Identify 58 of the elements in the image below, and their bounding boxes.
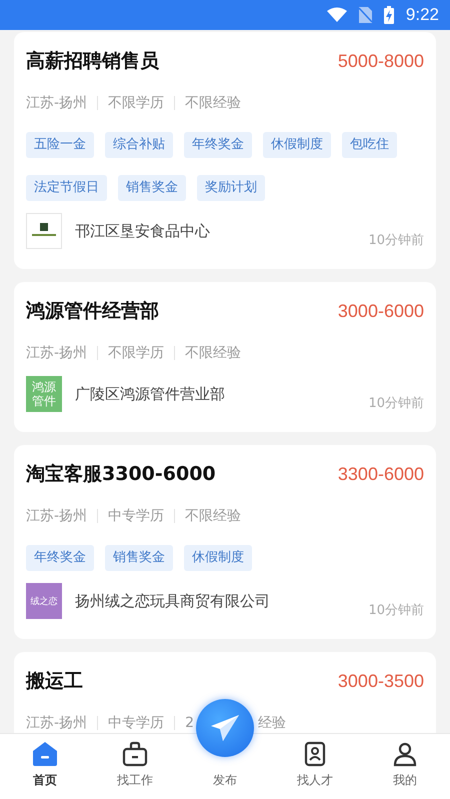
job-card[interactable]: 鸿源管件经营部 3000-6000 江苏-扬州 不限学历 不限经验 鸿源管件 广陵区鸿源管件营业部 10分钟前 [14,282,436,432]
job-title: 搬运工 [26,669,83,694]
post-time: 10分钟前 [368,395,424,412]
status-time: 9:22 [406,5,439,25]
job-requirement: 不限学历 [108,94,164,112]
salary: 3300-6000 [338,464,424,484]
nav-tab[interactable]: 找工作 [100,741,170,789]
salary: 3000-3500 [338,670,424,692]
job-requirement: 2 [185,715,194,731]
job-requirement: 经验 [258,714,286,732]
benefit-tag: 年终奖金 [184,132,252,158]
benefit-tag: 奖励计划 [197,175,265,201]
job-requirement: 中专学历 [108,507,164,525]
job-title: 高薪招聘销售员 [26,49,159,74]
benefit-tag: 销售奖金 [105,545,173,571]
job-card[interactable]: 淘宝客服3300-6000 3300-6000 江苏-扬州 中专学历 不限经验 年终奖金 销售奖金 休假制度 绒之恋 扬州绒之恋玩具商贸有限公司 10分钟前 [14,445,436,639]
post-time: 10分钟前 [368,602,424,619]
home-icon [32,741,58,767]
company-name: 扬州绒之恋玩具商贸有限公司 [75,592,271,610]
post-time: 10分钟前 [368,232,424,249]
wifi-icon [326,7,347,23]
nav-tab[interactable]: 找人才 [280,741,350,789]
job-requirement: 不限学历 [108,344,164,362]
salary: 5000-8000 [338,50,424,72]
no-sim-icon [358,7,372,23]
benefit-tag: 销售奖金 [118,175,186,201]
nav-tab[interactable]: 首页 [10,741,80,789]
job-requirement: 不限经验 [185,94,242,112]
benefit-tag: 包吃住 [342,132,397,158]
battery-charging-icon [384,6,394,24]
job-title: 鸿源管件经营部 [26,299,159,324]
nav-tab[interactable]: 我的 [370,741,440,789]
company-logo [26,213,62,249]
job-title: 淘宝客服3300-6000 [26,462,216,487]
job-requirement: 江苏-扬州 [26,507,88,525]
company-logo: 绒之恋 [26,583,62,619]
benefit-tag: 五险一金 [26,132,94,158]
job-requirement: 江苏-扬州 [26,714,88,732]
job-requirement: 不限经验 [185,344,242,362]
job-requirement: 江苏-扬州 [26,344,88,362]
briefcase-icon [122,741,148,767]
benefit-tag: 休假制度 [184,545,252,571]
benefit-tag: 综合补贴 [105,132,173,158]
benefit-tag: 年终奖金 [26,545,94,571]
benefit-tag: 休假制度 [263,132,331,158]
person-icon [392,741,418,767]
company-name: 广陵区鸿源管件营业部 [75,384,226,404]
job-requirement: 江苏-扬州 [26,94,88,112]
job-card[interactable]: 高薪招聘销售员 5000-8000 江苏-扬州 不限学历 不限经验 五险一金 综合补贴 年终奖金 休假制度 包吃住 法定节假日 销售奖金 奖励计划 邗江区垦安食品中心 10分钟前 [14,32,436,269]
job-requirement: 中专学历 [108,714,164,732]
benefit-tag: 法定节假日 [26,175,107,201]
job-card[interactable]: 搬运工 3000-3500 江苏-扬州 中专学历 2 经验 [14,652,436,733]
nav-tab[interactable]: 发布 [190,772,260,789]
company-logo: 鸿源管件 [26,376,62,412]
company-name: 邗江区垦安食品中心 [75,222,211,240]
paper-plane-icon [210,714,240,742]
job-requirement: 不限经验 [185,507,242,525]
salary: 3000-6000 [338,300,424,322]
